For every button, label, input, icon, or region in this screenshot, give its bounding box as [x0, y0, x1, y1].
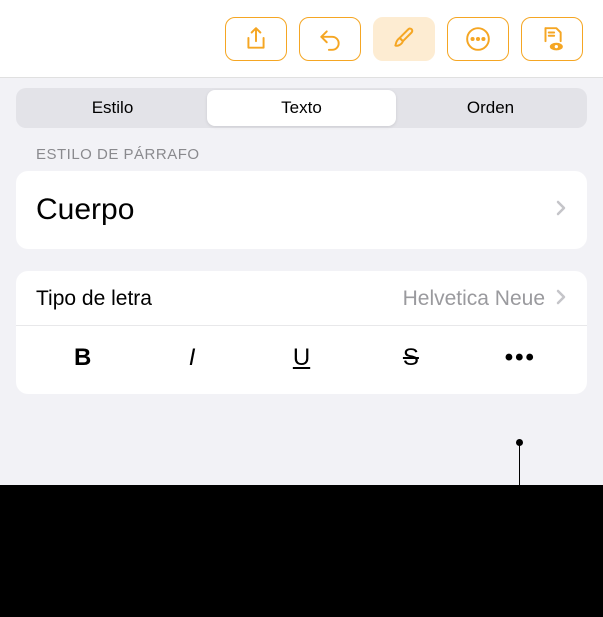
brush-icon	[391, 26, 417, 52]
paragraph-style-row[interactable]: Cuerpo	[16, 171, 587, 249]
tab-order[interactable]: Orden	[396, 90, 585, 126]
font-card: Tipo de letra Helvetica Neue B I U	[16, 271, 587, 394]
more-button[interactable]	[447, 17, 509, 61]
font-row[interactable]: Tipo de letra Helvetica Neue	[16, 271, 587, 326]
font-value-wrap: Helvetica Neue	[403, 287, 567, 311]
tab-label: Texto	[281, 98, 322, 118]
more-icon	[465, 26, 491, 52]
chevron-right-icon	[555, 199, 567, 222]
underline-button[interactable]: U	[247, 340, 356, 376]
italic-button[interactable]: I	[137, 340, 246, 376]
share-button[interactable]	[225, 17, 287, 61]
tab-label: Orden	[467, 98, 514, 118]
format-brush-button[interactable]	[373, 17, 435, 61]
callout-line	[519, 443, 520, 529]
strikethrough-glyph: S	[403, 344, 419, 372]
font-value: Helvetica Neue	[403, 287, 545, 311]
paragraph-style-card: Cuerpo	[16, 171, 587, 249]
undo-button[interactable]	[299, 17, 361, 61]
bold-button[interactable]: B	[28, 340, 137, 376]
share-icon	[243, 26, 269, 52]
font-label: Tipo de letra	[36, 287, 152, 311]
format-row: B I U S •••	[16, 326, 587, 394]
document-eye-icon	[539, 26, 565, 52]
toolbar	[0, 0, 603, 78]
more-text-options-button[interactable]: •••	[466, 340, 575, 376]
paragraph-style-name: Cuerpo	[36, 193, 134, 227]
underline-glyph: U	[293, 344, 310, 372]
bold-glyph: B	[74, 344, 91, 372]
undo-icon	[317, 26, 343, 52]
document-view-button[interactable]	[521, 17, 583, 61]
tab-label: Estilo	[92, 98, 134, 118]
tab-segmented-control[interactable]: Estilo Texto Orden	[16, 88, 587, 128]
more-glyph: •••	[505, 344, 536, 372]
tab-text[interactable]: Texto	[207, 90, 396, 126]
tab-style[interactable]: Estilo	[18, 90, 207, 126]
italic-glyph: I	[189, 344, 196, 372]
chevron-right-icon	[555, 288, 567, 311]
paragraph-style-header: ESTILO DE PÁRRAFO	[0, 146, 603, 171]
format-panel: Estilo Texto Orden ESTILO DE PÁRRAFO Cue…	[0, 0, 603, 485]
strikethrough-button[interactable]: S	[356, 340, 465, 376]
